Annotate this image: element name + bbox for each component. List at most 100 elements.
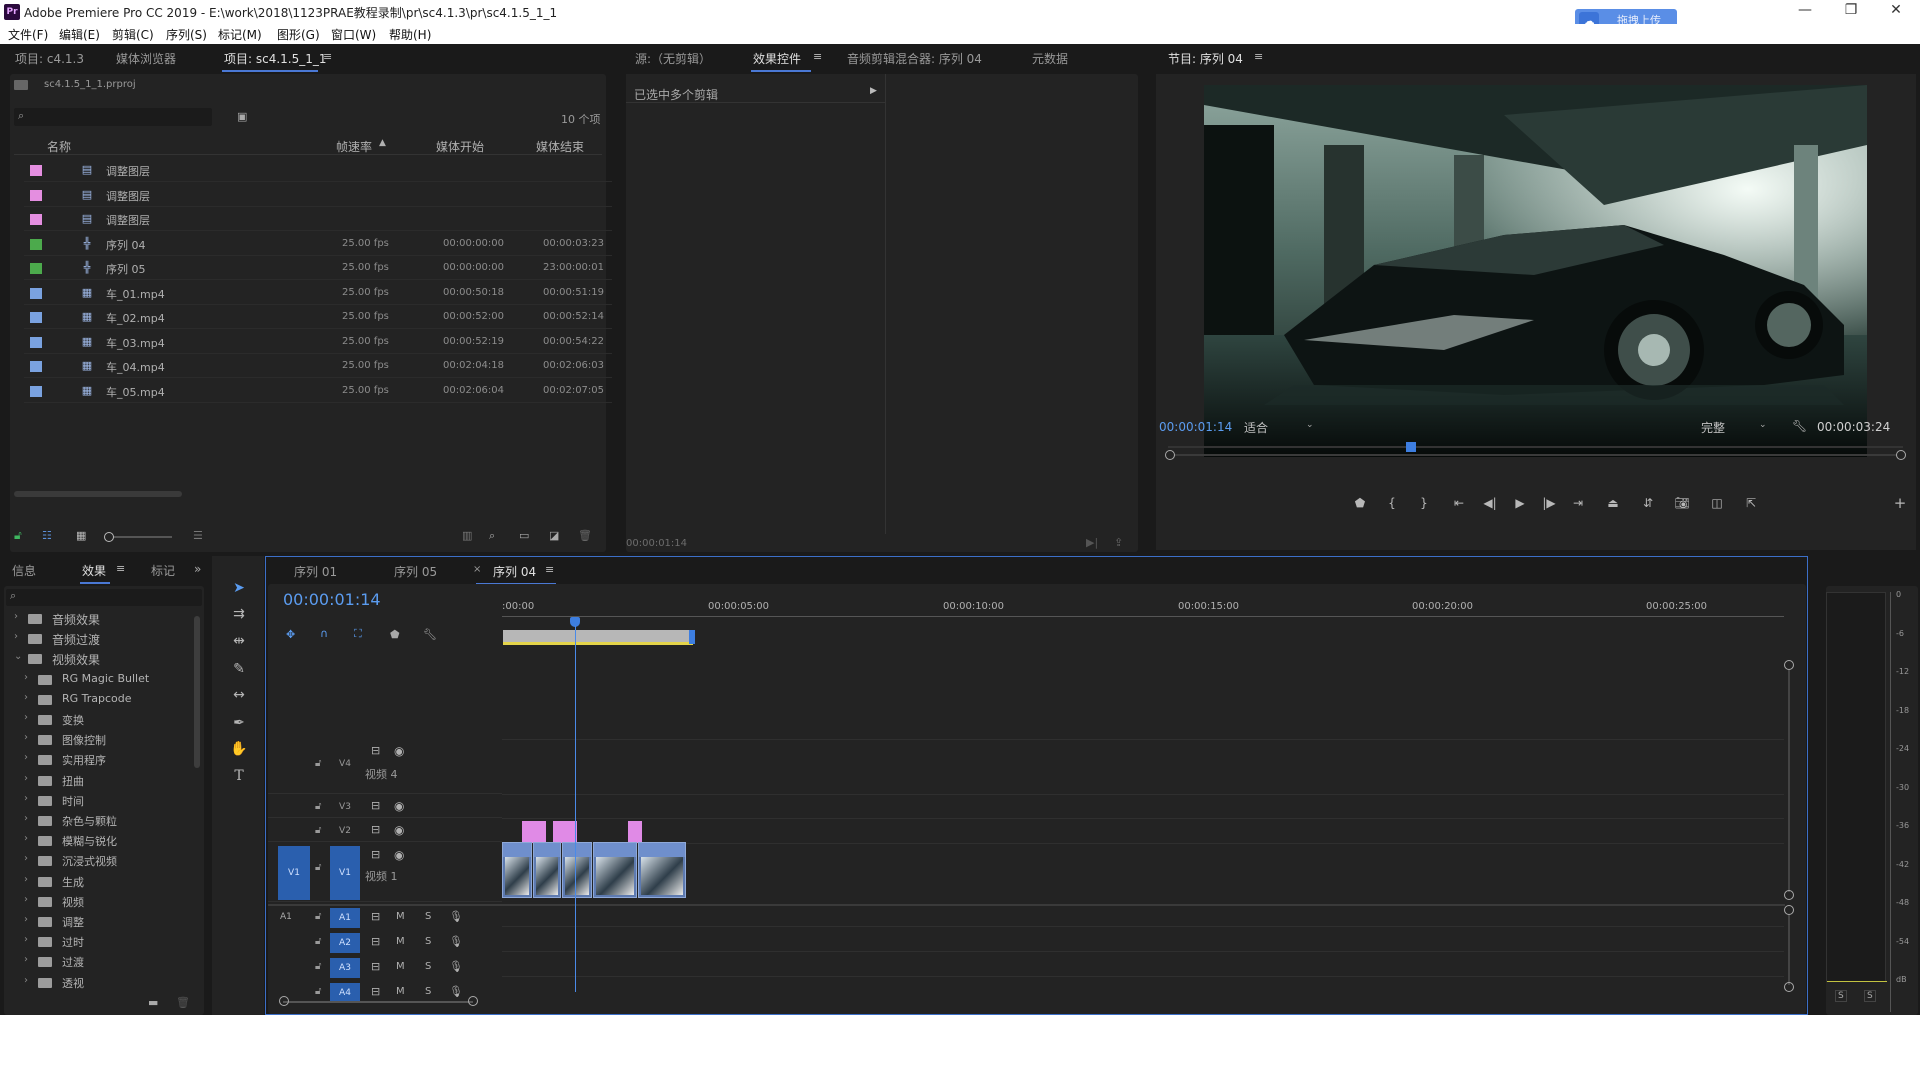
menu-help[interactable]: 帮助(H) <box>389 26 431 43</box>
effects-tree-item[interactable]: › 过时 <box>14 933 204 953</box>
project-item-row[interactable]: ▦ 车_05.mp4 25.00 fps 00:02:06:04 00:02:07:05 <box>24 379 612 403</box>
source-patch-v1[interactable]: V1 <box>278 846 310 900</box>
zoom-end-handle[interactable] <box>1896 450 1906 460</box>
tab-metadata[interactable]: 元数据 <box>1032 50 1068 67</box>
close-tab-icon[interactable]: × <box>473 564 481 575</box>
solo-left-button[interactable]: S <box>1835 990 1847 1002</box>
type-tool-icon[interactable]: T <box>228 765 250 787</box>
toggle-sync-lock-icon[interactable]: ⊟ <box>371 799 380 812</box>
linked-selection-icon[interactable]: ⛶ <box>354 627 362 641</box>
label-color-swatch[interactable] <box>30 263 42 274</box>
adjustment-layer-clip[interactable] <box>628 821 642 843</box>
vertical-zoom-handle[interactable] <box>1784 660 1794 670</box>
close-button[interactable]: ✕ <box>1884 2 1908 22</box>
timeline-timecode[interactable]: 00:00:01:14 <box>283 590 381 609</box>
tab-project-sc415[interactable]: 项目: sc4.1.5_1_1 <box>224 50 327 67</box>
effects-tree-item[interactable]: ⌄ 视频效果 <box>14 650 204 670</box>
add-marker-icon[interactable]: ⬟ <box>1349 492 1371 514</box>
chevron-right-icon[interactable]: › <box>24 672 28 683</box>
export-frame-icon[interactable]: ⇱ <box>1740 492 1762 514</box>
effects-tree-item[interactable]: › 模糊与锐化 <box>14 832 204 852</box>
track-target-a2[interactable]: A2 <box>330 933 360 953</box>
menu-graphics[interactable]: 图形(G) <box>277 26 320 43</box>
chevron-right-icon[interactable]: › <box>24 732 28 743</box>
label-color-swatch[interactable] <box>30 336 42 348</box>
effects-tree-item[interactable]: › 杂色与颗粒 <box>14 812 204 832</box>
fit-dropdown[interactable]: 适合 ⌄ <box>1244 419 1322 435</box>
project-item-row[interactable]: ▦ 车_03.mp4 25.00 fps 00:00:52:19 00:00:54:22 <box>24 330 612 354</box>
microphone-icon[interactable]: 🎙︎ <box>449 960 463 973</box>
track-target-v1[interactable]: V1 <box>330 846 360 900</box>
add-marker-icon[interactable]: ⬟ <box>390 628 400 641</box>
icon-view-icon[interactable]: ▦ <box>76 529 86 542</box>
lock-icon[interactable]: 🔓︎ <box>315 825 321 836</box>
timeline-settings-icon[interactable]: 🔧︎ <box>423 628 437 641</box>
minimize-button[interactable]: — <box>1793 2 1817 22</box>
menu-window[interactable]: 窗口(W) <box>331 26 376 43</box>
eye-icon[interactable]: ◉ <box>394 823 404 837</box>
work-area-end-handle[interactable] <box>689 630 695 644</box>
tab-markers[interactable]: 标记 <box>151 562 175 579</box>
tab-sequence-04[interactable]: 序列 04 <box>493 563 536 580</box>
slip-tool-icon[interactable]: ↔ <box>228 684 250 706</box>
zoom-start-handle[interactable] <box>1165 450 1175 460</box>
audio-zoom-handle[interactable] <box>1784 905 1794 915</box>
label-color-swatch[interactable] <box>30 361 42 372</box>
effects-tree-item[interactable]: › 调整 <box>14 913 204 933</box>
chevron-right-icon[interactable]: › <box>24 793 28 804</box>
label-color-swatch[interactable] <box>30 214 42 225</box>
horizontal-zoom-bar[interactable] <box>283 1001 473 1003</box>
project-item-row[interactable]: ▤ 调整图层 <box>24 207 612 231</box>
vertical-zoom-handle[interactable] <box>1784 890 1794 900</box>
horizontal-zoom-handle[interactable] <box>279 996 289 1006</box>
track-target-v3[interactable]: V3 <box>330 797 360 817</box>
panel-menu-icon[interactable]: ≡ <box>545 563 554 576</box>
label-color-swatch[interactable] <box>30 287 42 299</box>
toggle-sync-lock-icon[interactable]: ⊟ <box>371 910 380 923</box>
program-timecode[interactable]: 00:00:01:14 <box>1159 420 1232 434</box>
quality-dropdown[interactable]: 完整 ⌄ <box>1701 419 1773 435</box>
go-to-in-icon[interactable]: ⇤ <box>1448 492 1470 514</box>
mute-button[interactable]: M <box>396 961 405 972</box>
tab-sequence-01[interactable]: 序列 01 <box>294 563 337 580</box>
step-back-icon[interactable]: ◀| <box>1479 492 1501 514</box>
lock-icon[interactable]: 🔓︎ <box>315 961 321 972</box>
lock-icon[interactable]: 🔓︎ <box>14 528 22 543</box>
track-target-a1[interactable]: A1 <box>330 908 360 928</box>
tab-media-browser[interactable]: 媒体浏览器 <box>116 50 176 67</box>
effects-tree-item[interactable]: › 变换 <box>14 711 204 731</box>
panel-menu-icon[interactable]: ≡ <box>1254 50 1263 63</box>
zoom-slider[interactable] <box>106 536 172 538</box>
eye-icon[interactable]: ◉ <box>394 744 404 758</box>
effects-tree-item[interactable]: › 视频 <box>14 893 204 913</box>
label-color-swatch[interactable] <box>30 165 42 176</box>
toggle-sync-lock-icon[interactable]: ⊟ <box>371 823 380 836</box>
toggle-sync-lock-icon[interactable]: ⊟ <box>371 960 380 973</box>
chevron-right-icon[interactable]: › <box>24 914 28 925</box>
new-item-icon[interactable]: ◪ <box>549 529 559 542</box>
label-color-swatch[interactable] <box>30 238 42 250</box>
add-button-icon[interactable]: + <box>1889 492 1911 514</box>
playback-scrubber[interactable] <box>1165 442 1906 472</box>
toggle-sync-lock-icon[interactable]: ⊟ <box>371 985 380 998</box>
effects-search-input[interactable]: ⌕ <box>6 589 202 606</box>
mute-button[interactable]: M <box>396 911 405 922</box>
track-target-v2[interactable]: V2 <box>330 821 360 841</box>
chevron-right-icon[interactable]: › <box>24 874 28 885</box>
project-item-row[interactable]: ▤ 调整图层 <box>24 158 612 182</box>
solo-button[interactable]: S <box>425 961 431 972</box>
program-monitor-title[interactable]: 节目: 序列 04 <box>1168 50 1243 67</box>
lock-icon[interactable]: 🔓︎ <box>315 986 321 997</box>
effects-tree-item[interactable]: › 扭曲 <box>14 772 204 792</box>
chevron-right-icon[interactable]: › <box>14 631 18 642</box>
video-clip[interactable] <box>533 842 561 898</box>
lock-icon[interactable]: 🔓︎ <box>315 801 321 812</box>
overflow-chevron-icon[interactable]: » <box>194 562 201 576</box>
track-target-a3[interactable]: A3 <box>330 958 360 978</box>
effects-tree-item[interactable]: › RG Trapcode <box>14 691 204 711</box>
effects-tree-item[interactable]: › 透视 <box>14 974 204 994</box>
chevron-right-icon[interactable]: › <box>24 813 28 824</box>
wrench-icon[interactable]: 🔧︎ <box>1792 419 1807 433</box>
chevron-right-icon[interactable]: › <box>24 752 28 763</box>
effects-tree-item[interactable]: › 实用程序 <box>14 751 204 771</box>
